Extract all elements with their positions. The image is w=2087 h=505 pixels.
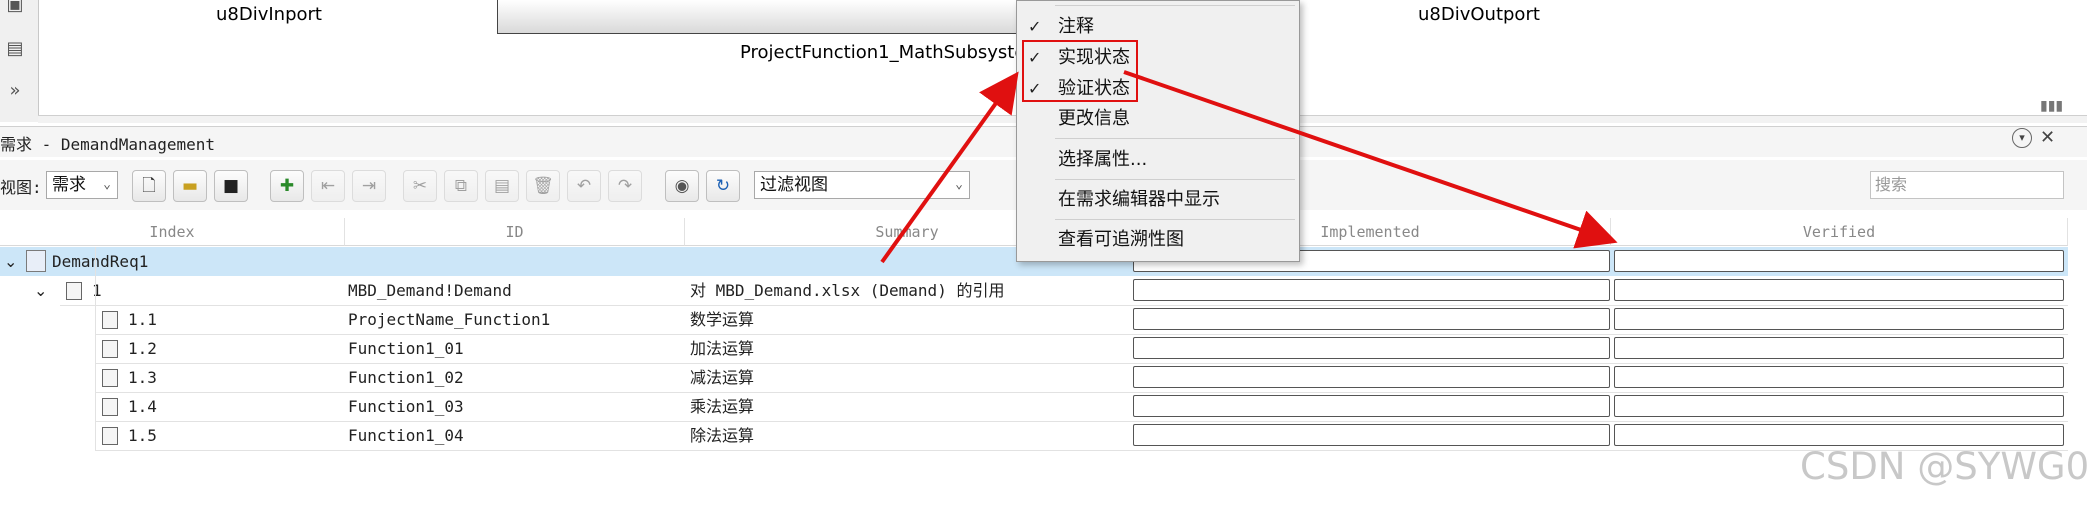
watermark: CSDN @SYWG0 [1800,445,2087,488]
arrow-to-menu [880,71,1019,264]
annotation-arrows [880,70,1618,264]
arrow-to-verified-column [1123,70,1618,249]
